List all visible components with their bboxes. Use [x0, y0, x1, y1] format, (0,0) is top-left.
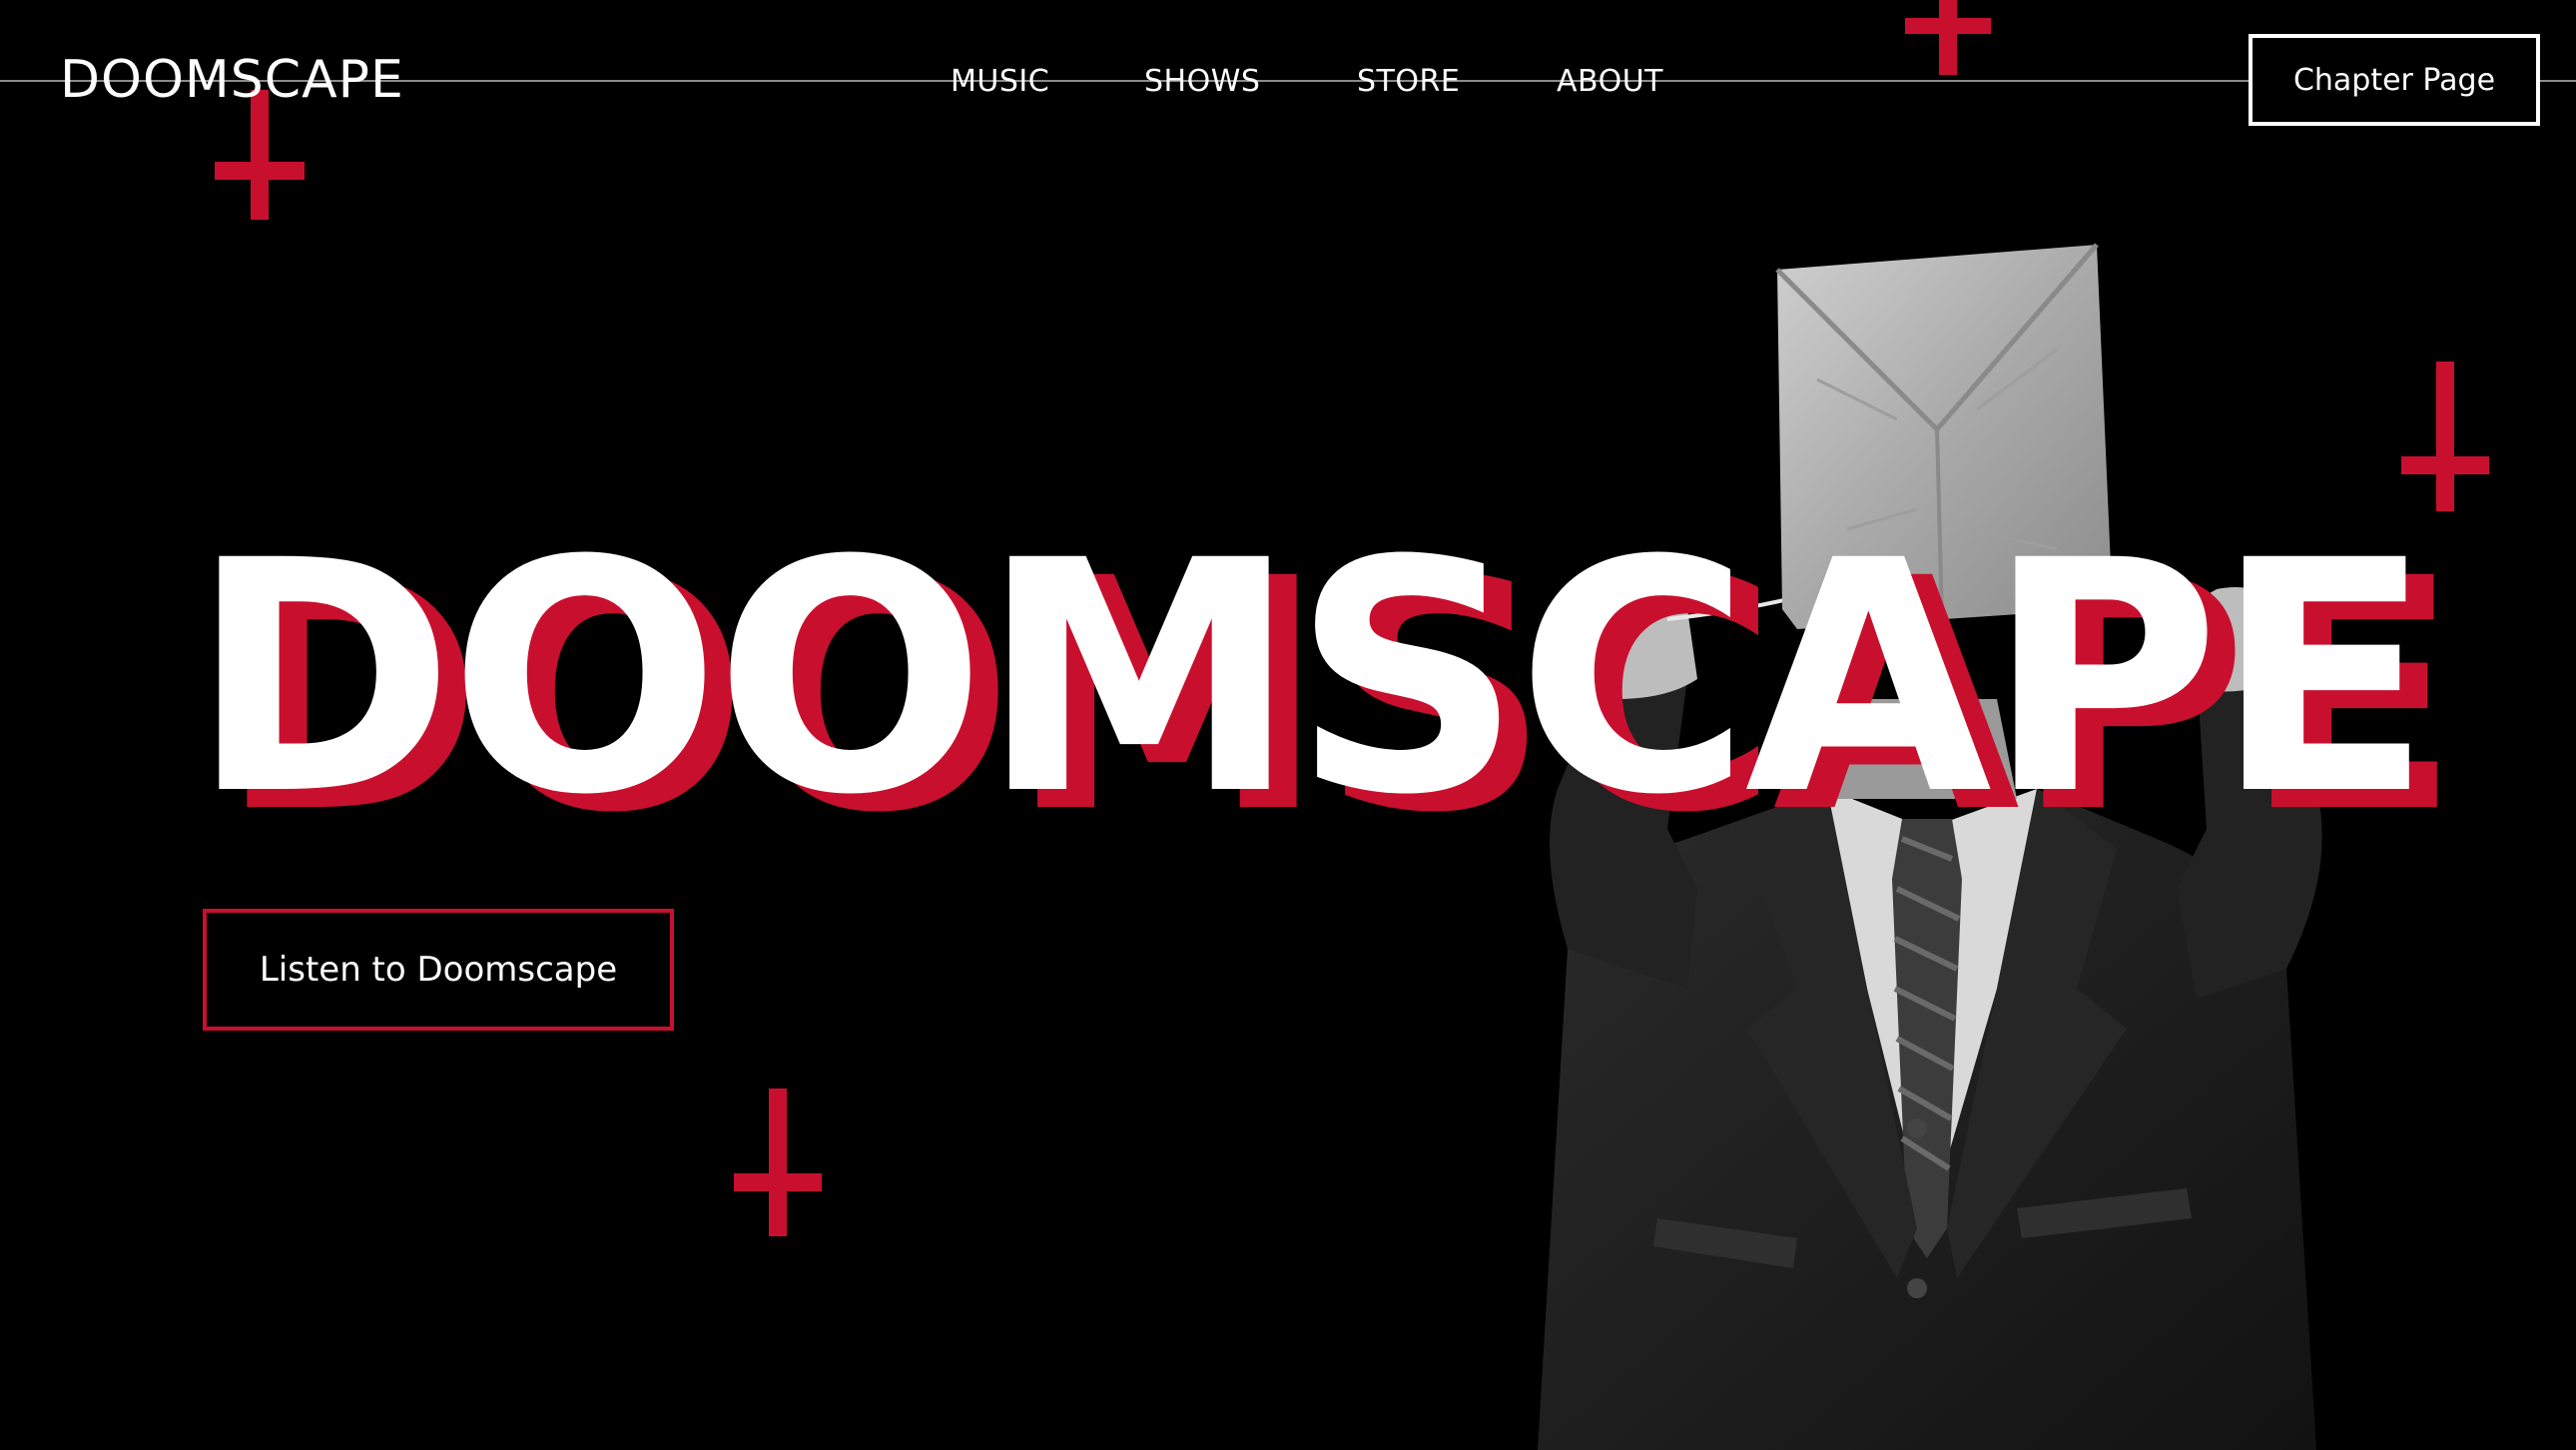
nav-item-about[interactable]: ABOUT: [1557, 62, 1663, 102]
nav-item-store[interactable]: STORE: [1357, 62, 1460, 102]
chapter-page-label: Chapter Page: [2292, 62, 2496, 98]
nav-item-music[interactable]: MUSIC: [951, 62, 1049, 102]
site-logo[interactable]: DOOMSCAPE: [60, 50, 404, 110]
inverted-cross-icon: [2401, 362, 2489, 511]
inverted-cross-icon: [734, 1088, 822, 1236]
listen-to-doomscape-button[interactable]: Listen to Doomscape: [203, 909, 674, 1031]
page: DOOMSCAPE MUSIC SHOWS STORE ABOUT Chapte…: [0, 0, 2576, 1450]
hero-title-text: DOOMSCAPE: [190, 493, 2432, 865]
inverted-cross-icon: [1905, 0, 1991, 75]
nav-item-shows[interactable]: SHOWS: [1144, 62, 1260, 102]
listen-button-label: Listen to Doomscape: [259, 950, 618, 990]
chapter-page-button[interactable]: Chapter Page: [2249, 34, 2540, 126]
